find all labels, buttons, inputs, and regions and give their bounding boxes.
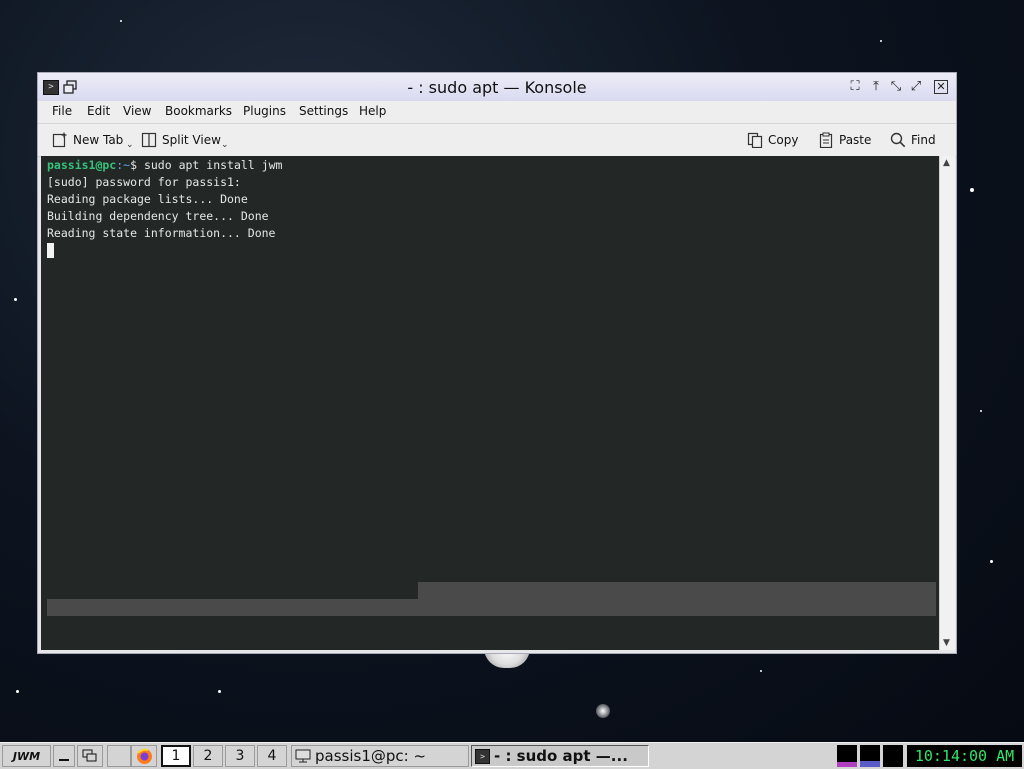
progress-area <box>418 582 936 616</box>
new-tab-button[interactable]: New Tab <box>52 129 123 151</box>
search-icon <box>890 132 906 148</box>
menu-bookmarks[interactable]: Bookmarks <box>165 104 232 118</box>
progress-area-left <box>47 599 418 616</box>
fullscreen-icon[interactable]: ⛶ <box>847 79 863 95</box>
scroll-up-icon[interactable]: ▲ <box>943 158 950 168</box>
taskbar-spacer <box>107 745 131 767</box>
paste-icon <box>819 132 833 148</box>
find-button[interactable]: Find <box>890 129 936 151</box>
prompt-line: passis1@pc:~$ sudo apt install jwm <box>47 158 282 172</box>
memory-monitor-icon <box>860 745 880 767</box>
close-icon[interactable]: ✕ <box>934 80 948 94</box>
keep-above-icon[interactable]: ⤒ <box>868 79 884 95</box>
star <box>990 560 993 563</box>
toolbar: New Tab ⌄ Split View ⌄ Copy Paste Find <box>38 123 956 157</box>
clock[interactable]: 10:14:00 AM <box>907 745 1022 767</box>
prompt-path: :~ <box>116 158 131 172</box>
scroll-down-icon[interactable]: ▼ <box>943 638 950 648</box>
prompt-command: $ sudo apt install jwm <box>130 158 283 172</box>
maximize-icon[interactable]: ⤢ <box>908 79 924 95</box>
computer-icon <box>295 749 311 763</box>
star <box>14 298 17 301</box>
pager-desktop-2[interactable]: 2 <box>193 745 223 767</box>
prompt-user: passis1@pc <box>47 158 117 172</box>
menu-help[interactable]: Help <box>359 104 386 118</box>
menu-view[interactable]: View <box>123 104 151 118</box>
menu-settings[interactable]: Settings <box>299 104 348 118</box>
terminal-output-line: Building dependency tree... Done <box>47 209 269 223</box>
terminal-output-line: Reading state information... Done <box>47 226 276 240</box>
window-list-icon[interactable] <box>77 745 103 767</box>
network-monitor-icon <box>883 745 903 767</box>
light-flare <box>596 704 610 718</box>
taskbar: JWM 1 2 3 4 passis1@pc: ~ > - : sudo apt… <box>0 742 1024 769</box>
pager-desktop-4[interactable]: 4 <box>257 745 287 767</box>
split-view-button[interactable]: Split View <box>141 129 221 151</box>
title-bar[interactable]: > - : sudo apt — Konsole ⛶ ⤒ ⤡ ⤢ ✕ <box>38 73 956 102</box>
copy-button[interactable]: Copy <box>747 129 798 151</box>
star <box>980 410 982 412</box>
star <box>760 670 762 672</box>
terminal-output-line: [sudo] password for passis1: <box>47 175 241 189</box>
star <box>880 40 882 42</box>
pager-desktop-1[interactable]: 1 <box>161 745 191 767</box>
cpu-monitor-icon <box>837 745 857 767</box>
new-tab-label: New Tab <box>73 133 124 147</box>
pager-desktop-3[interactable]: 3 <box>225 745 255 767</box>
split-view-label: Split View <box>162 133 221 147</box>
star <box>16 690 19 693</box>
menu-plugins[interactable]: Plugins <box>243 104 286 118</box>
split-view-dropdown-icon[interactable]: ⌄ <box>221 140 229 150</box>
task-button[interactable]: passis1@pc: ~ <box>291 745 469 767</box>
window-title: - : sudo apt — Konsole <box>407 78 587 97</box>
new-tab-icon <box>52 132 67 148</box>
terminal-output-line: Reading package lists... Done <box>47 192 248 206</box>
paste-label: Paste <box>839 133 872 147</box>
minimize-icon[interactable]: ⤡ <box>888 79 904 95</box>
star <box>218 690 221 693</box>
new-tab-dropdown-icon[interactable]: ⌄ <box>126 140 134 150</box>
copy-label: Copy <box>768 133 799 147</box>
task-label: - : sudo apt —... <box>494 747 628 765</box>
text-cursor <box>47 243 54 258</box>
find-label: Find <box>911 133 936 147</box>
star <box>970 188 974 192</box>
menu-edit[interactable]: Edit <box>87 104 110 118</box>
menu-file[interactable]: File <box>52 104 72 118</box>
task-label: passis1@pc: ~ <box>315 747 427 765</box>
task-button-active[interactable]: > - : sudo apt —... <box>471 745 649 767</box>
terminal-area[interactable]: passis1@pc:~$ sudo apt install jwm [sudo… <box>41 156 939 650</box>
terminal-app-icon: > <box>475 748 490 764</box>
paste-button[interactable]: Paste <box>818 129 871 151</box>
show-desktop-icon[interactable] <box>53 745 75 767</box>
copy-icon <box>747 132 763 148</box>
menu-bar: File Edit View Bookmarks Plugins Setting… <box>38 101 956 123</box>
star <box>120 20 122 22</box>
vertical-scrollbar[interactable]: ▲ ▼ <box>939 156 955 650</box>
firefox-icon[interactable] <box>131 745 157 767</box>
konsole-window: > - : sudo apt — Konsole ⛶ ⤒ ⤡ ⤢ ✕ File … <box>37 72 957 654</box>
split-view-icon <box>141 132 157 148</box>
jwm-menu-button[interactable]: JWM <box>2 745 51 767</box>
